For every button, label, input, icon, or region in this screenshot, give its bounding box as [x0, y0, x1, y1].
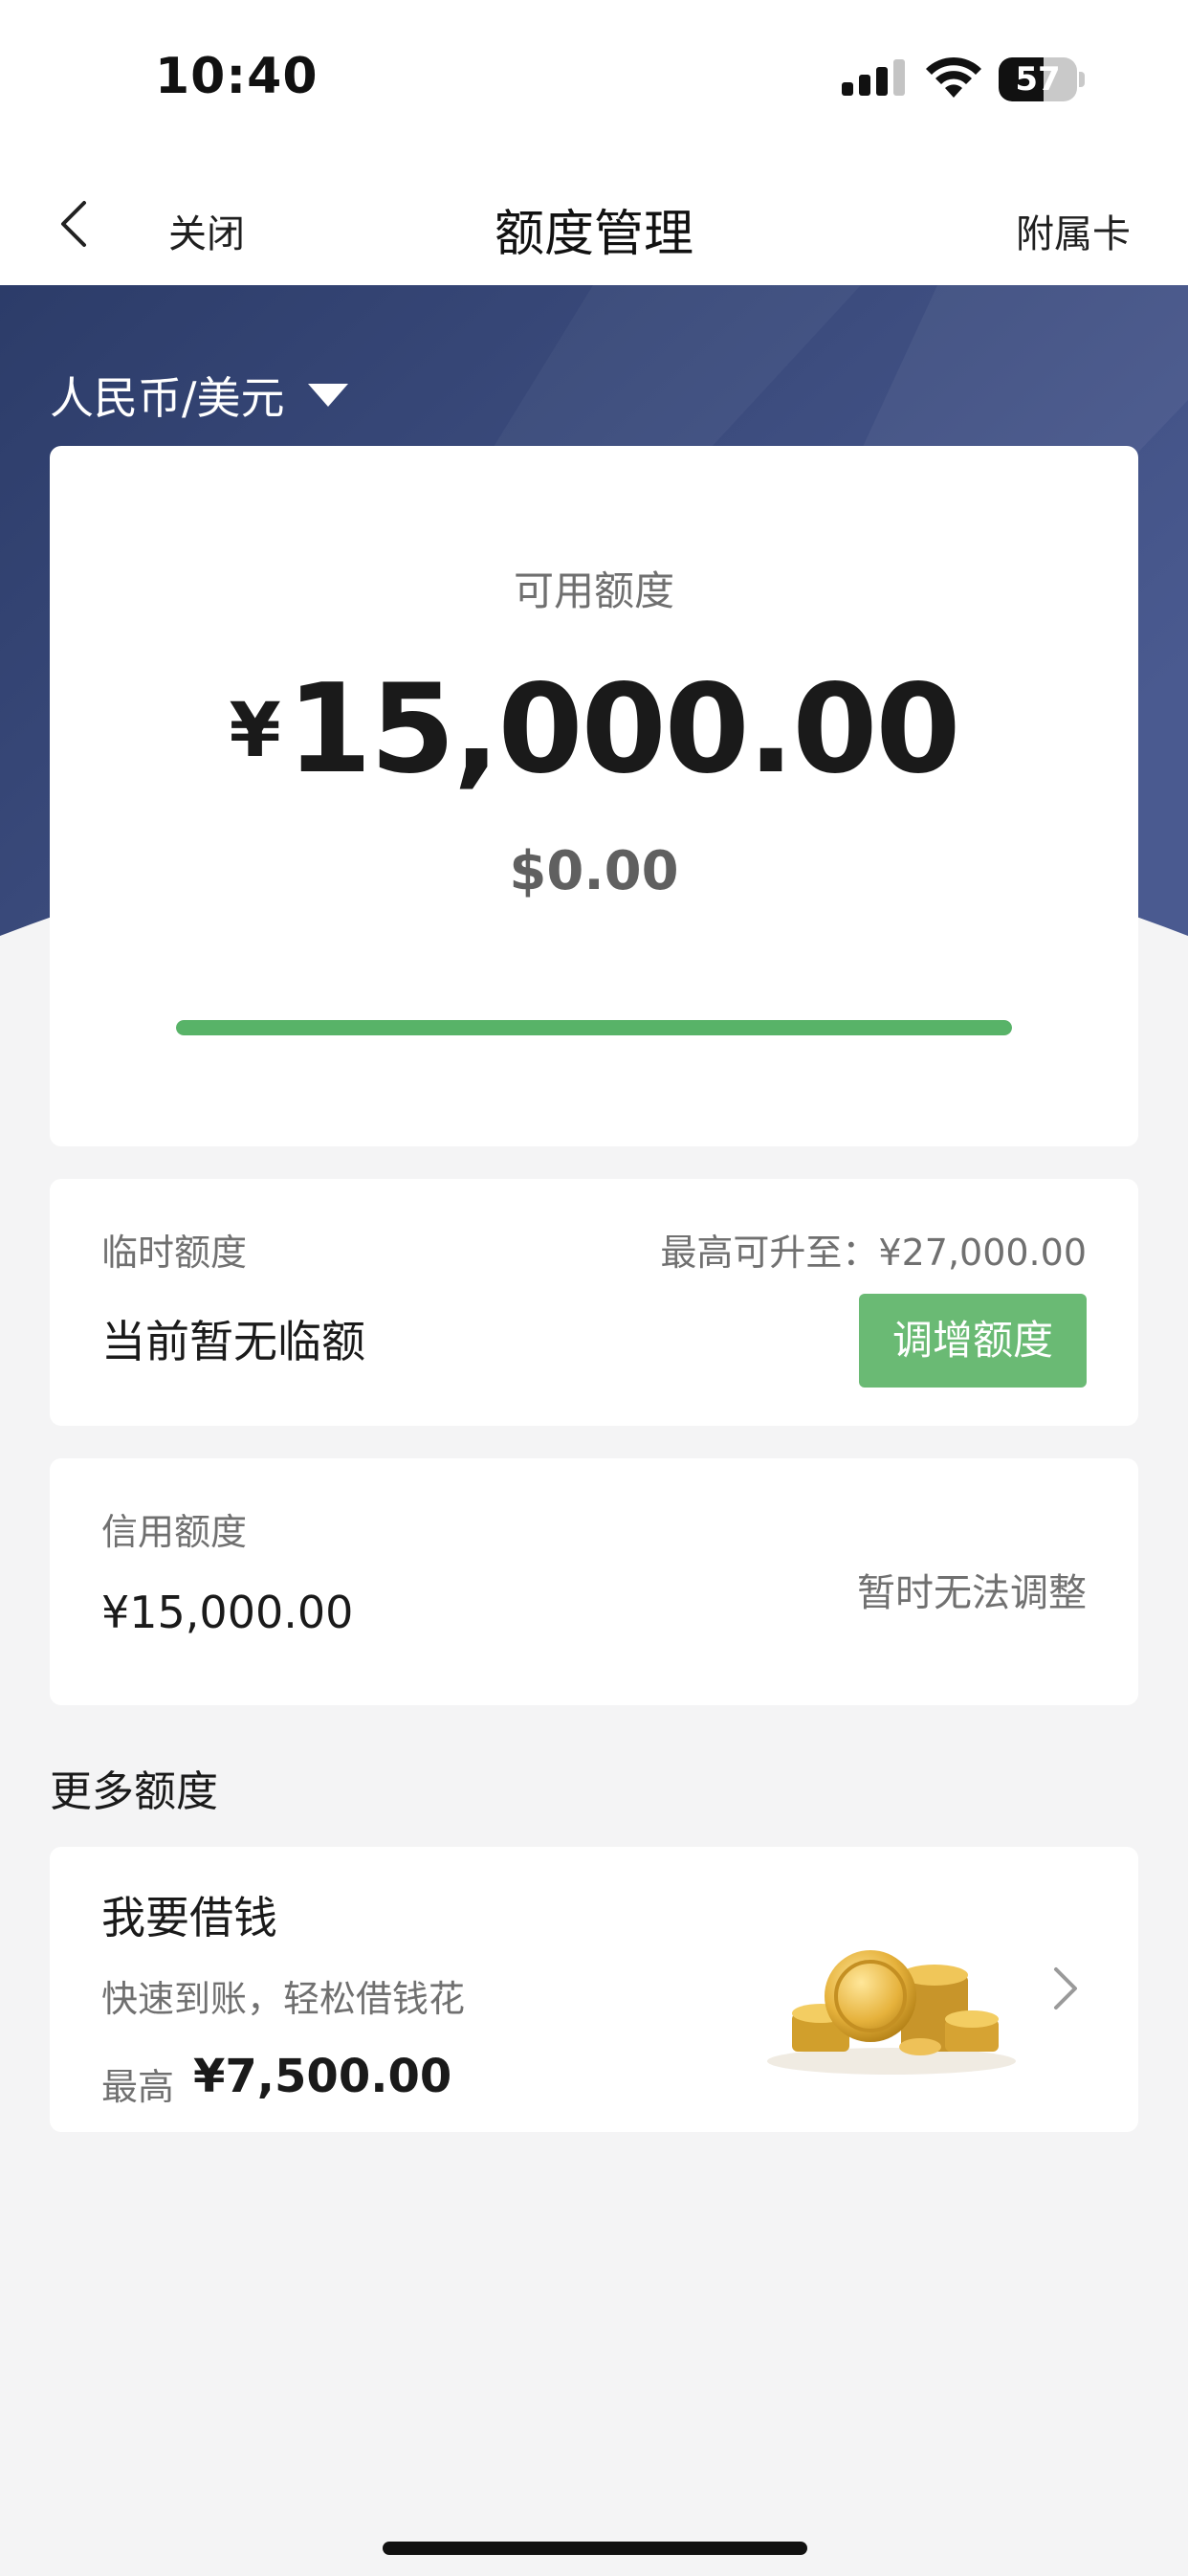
temporary-credit-card: 临时额度 最高可升至：¥27,000.00 当前暂无临额 调增额度 — [50, 1179, 1138, 1426]
loan-max-label: 最高 — [101, 2066, 175, 2108]
supplementary-card-link[interactable]: 附属卡 — [1016, 203, 1131, 258]
credit-usage-fill — [176, 1020, 1012, 1035]
credit-limit-card: 信用额度 ¥15,000.00 暂时无法调整 — [50, 1458, 1138, 1705]
available-credit-amount: ¥15,000.00 — [50, 658, 1138, 801]
temporary-credit-max-note: 最高可升至：¥27,000.00 — [660, 1232, 1087, 1274]
currency-selector[interactable]: 人民币/美元 — [50, 364, 350, 427]
currency-selector-label: 人民币/美元 — [50, 372, 285, 424]
cellular-signal-icon — [842, 59, 905, 96]
available-credit-label: 可用额度 — [513, 567, 674, 614]
borrow-money-title: 我要借钱 — [101, 1892, 277, 1943]
close-button[interactable]: 关闭 — [168, 203, 245, 258]
more-credit-heading: 更多额度 — [50, 1767, 218, 1816]
borrow-money-subtitle: 快速到账，轻松借钱花 — [101, 1978, 466, 2020]
status-bar: 10:40 57 — [0, 0, 1188, 163]
usd-amount: $0.00 — [509, 840, 679, 902]
credit-limit-label: 信用额度 — [101, 1511, 248, 1553]
chevron-right-icon — [1054, 1967, 1077, 2010]
credit-limit-page: 10:40 57 关闭 额度管理 附属卡 人民币/美元 可用额度 ¥15,000… — [0, 0, 1188, 2576]
battery-level: 57 — [1015, 60, 1061, 99]
available-credit-card: 可用额度 ¥15,000.00 $0.00 — [50, 446, 1138, 1146]
credit-limit-amount: ¥15,000.00 — [101, 1587, 354, 1638]
currency-symbol: ¥ — [229, 688, 281, 774]
credit-usage-bar — [176, 1020, 1012, 1035]
status-time: 10:40 — [155, 48, 319, 105]
temporary-credit-status: 当前暂无临额 — [101, 1316, 365, 1367]
increase-limit-button[interactable]: 调增额度 — [859, 1294, 1087, 1388]
wifi-icon — [926, 56, 981, 98]
credit-limit-note: 暂时无法调整 — [857, 1571, 1087, 1615]
battery-icon: 57 — [999, 57, 1085, 101]
temporary-credit-label: 临时额度 — [101, 1232, 248, 1274]
loan-max-amount: ¥7,500.00 — [193, 2050, 452, 2103]
back-chevron-icon[interactable] — [55, 199, 94, 249]
caret-down-icon — [307, 384, 348, 407]
borrow-money-card[interactable]: 我要借钱 快速到账，轻松借钱花 最高 ¥7,500.00 — [50, 1847, 1138, 2132]
nav-bar: 关闭 额度管理 附属卡 — [0, 163, 1188, 285]
coins-icon — [767, 1950, 1016, 2075]
home-indicator — [383, 2542, 807, 2555]
available-credit-value: 15,000.00 — [286, 658, 961, 801]
